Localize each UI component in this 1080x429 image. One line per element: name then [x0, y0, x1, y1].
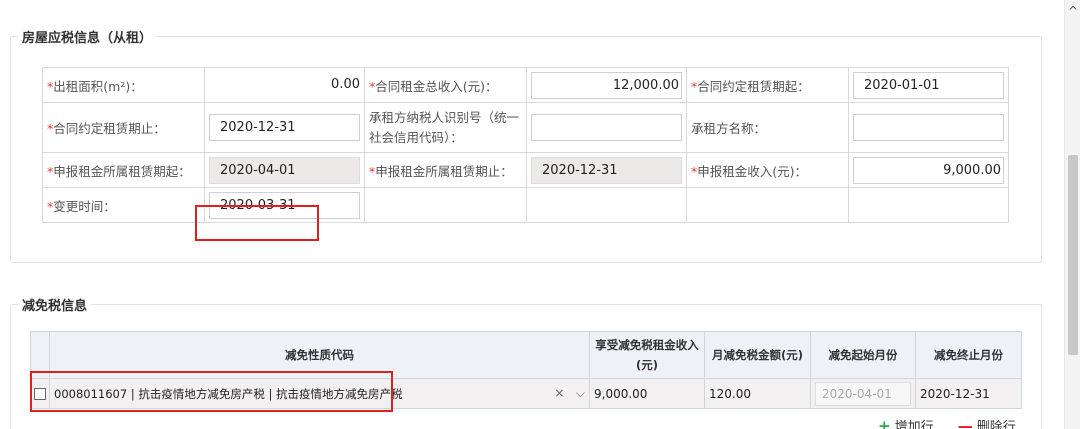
add-row-label: 增加行: [894, 420, 934, 429]
scroll-thumb[interactable]: [1068, 155, 1078, 355]
lease-start-label: 合同约定租赁期起：: [697, 78, 810, 94]
lease-end-input[interactable]: 2020-12-31: [209, 114, 360, 141]
vertical-scrollbar[interactable]: ^: [1064, 0, 1080, 429]
lessee-taxid-input[interactable]: [531, 114, 682, 141]
rental-tax-section-title: 房屋应税信息（从租）: [18, 27, 157, 46]
lease-start-input[interactable]: 2020-01-01: [853, 71, 1004, 99]
scroll-up-icon[interactable]: ^: [1065, 2, 1080, 20]
lease-end-label: 合同约定租赁期止：: [53, 121, 166, 136]
declared-income-input[interactable]: 9,000.00: [853, 156, 1004, 184]
lessee-taxid-label: 承租方纳税人识别号（统一社会信用代码）：: [369, 109, 520, 145]
lessee-name-input[interactable]: [853, 114, 1004, 141]
column-header: 减免起始月份: [810, 331, 916, 379]
relief-code-highlight: [30, 371, 393, 412]
rent-area-input[interactable]: 0.00: [209, 72, 360, 99]
relief-end-month[interactable]: 2020-12-31: [915, 378, 1022, 409]
change-time-label: 变更时间：: [53, 198, 116, 214]
declared-start-input: 2020-04-01: [209, 156, 360, 184]
column-header: 月减免税金额(元): [704, 331, 811, 379]
lessee-name-label: 承租方名称：: [691, 121, 767, 136]
monthly-relief-cell[interactable]: 120.00: [704, 378, 811, 409]
declared-end-input: 2020-12-31: [531, 156, 682, 184]
clear-icon[interactable]: ×: [554, 386, 564, 400]
delete-row-button[interactable]: — 删除行: [958, 416, 1016, 429]
relief-start-month: 2020-04-01: [815, 381, 911, 406]
empty-cell: [526, 187, 687, 223]
empty-cell: [848, 187, 1009, 223]
total-rent-label: 合同租金总收入(元)：: [375, 78, 498, 94]
declared-income-label: 申报租金收入(元)：: [697, 163, 808, 179]
rent-area-label: 出租面积(m²)：: [53, 78, 143, 94]
plus-icon: +: [878, 417, 891, 429]
column-header: 享受减免税租金收入(元): [589, 331, 705, 379]
rental-tax-form: *出租面积(m²)： 0.00 *合同租金总收入(元)： 12,000.00 *…: [42, 67, 1009, 223]
row-actions: + 增加行 — 删除行: [878, 416, 1036, 429]
rent-area-label-cell: *出租面积(m²)：: [42, 67, 205, 103]
chevron-down-icon[interactable]: ⌵: [576, 386, 585, 400]
minus-icon: —: [957, 417, 973, 429]
declared-start-label: 申报租金所属租赁期起：: [53, 163, 191, 179]
column-header: 减免终止月份: [915, 331, 1022, 379]
add-row-button[interactable]: + 增加行: [878, 416, 934, 429]
declared-end-label: 申报租金所属租赁期止：: [375, 163, 513, 179]
relief-income-cell[interactable]: 9,000.00: [589, 378, 705, 409]
empty-cell: [686, 187, 849, 223]
delete-row-label: 删除行: [976, 420, 1016, 429]
total-rent-input[interactable]: 12,000.00: [531, 71, 682, 99]
empty-cell: [364, 187, 527, 223]
change-time-highlight: [195, 205, 319, 241]
tax-relief-section-title: 减免税信息: [18, 295, 92, 314]
